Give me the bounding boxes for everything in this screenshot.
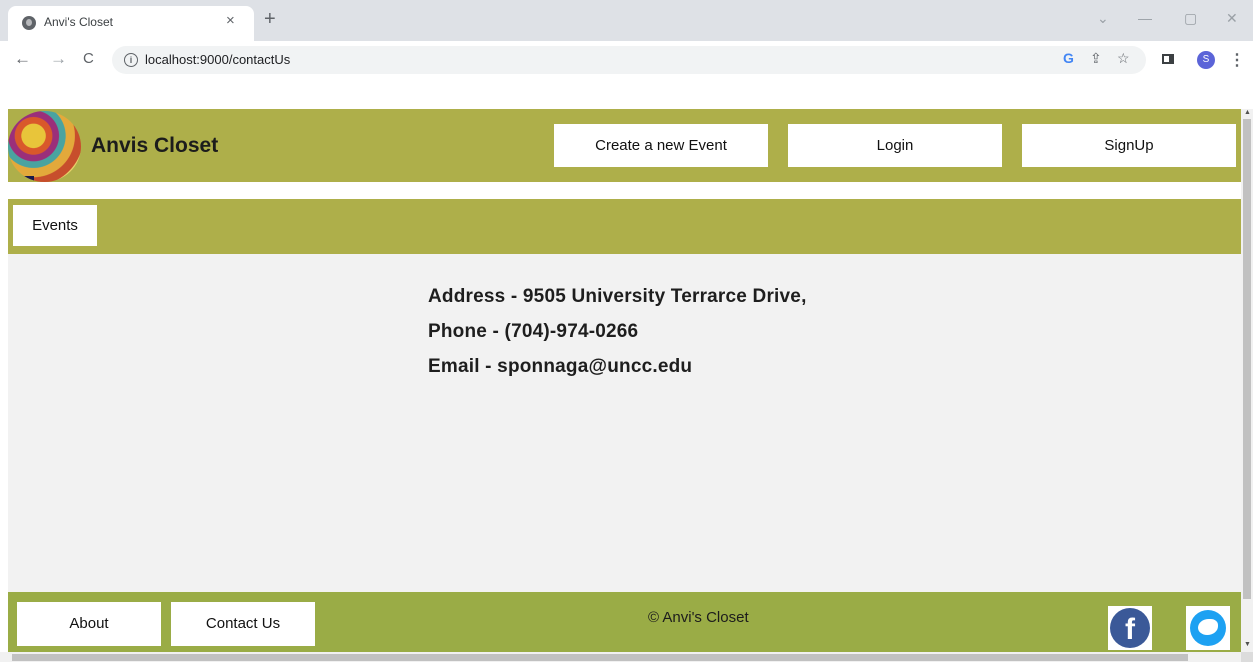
facebook-icon: f <box>1110 608 1150 648</box>
browser-tab[interactable]: Anvi's Closet × <box>8 6 254 41</box>
site-footer: About Contact Us © Anvi's Closet f <box>8 592 1241 652</box>
twitter-icon <box>1190 610 1226 646</box>
copyright-text: © Anvi's Closet <box>648 609 749 626</box>
menu-icon[interactable]: ⋮ <box>1229 50 1245 70</box>
scroll-up-arrow[interactable]: ▲ <box>1244 109 1251 116</box>
twitter-link[interactable] <box>1186 606 1230 650</box>
share-icon[interactable]: ⇪ <box>1090 50 1102 67</box>
star-icon[interactable]: ☆ <box>1117 50 1130 67</box>
site-logo[interactable] <box>8 111 81 182</box>
contact-phone: Phone - (704)-974-0266 <box>428 321 639 342</box>
contact-address: Address - 9505 University Terrarce Drive… <box>428 286 807 307</box>
login-button[interactable]: Login <box>788 124 1002 167</box>
tab-title: Anvi's Closet <box>44 15 113 29</box>
horizontal-scroll-thumb[interactable] <box>12 654 1188 661</box>
contact-info: Address - 9505 University Terrarce Drive… <box>428 286 807 391</box>
maximize-button[interactable]: ▢ <box>1184 10 1197 27</box>
scroll-down-arrow[interactable]: ▼ <box>1244 641 1251 648</box>
tab-search-icon[interactable]: ⌄ <box>1097 10 1109 27</box>
back-button[interactable]: ← <box>14 50 31 68</box>
events-button[interactable]: Events <box>13 205 97 246</box>
create-event-button[interactable]: Create a new Event <box>554 124 768 167</box>
close-window-button[interactable]: ✕ <box>1226 10 1238 27</box>
site-header: Anvis Closet Create a new Event Login Si… <box>8 109 1241 182</box>
url-bar[interactable]: i localhost:9000/contactUs G ⇪ ☆ <box>112 46 1146 74</box>
forward-button[interactable]: → <box>50 50 67 68</box>
vertical-scrollbar[interactable]: ▲ ▼ <box>1241 109 1253 652</box>
brand-name[interactable]: Anvis Closet <box>91 134 218 158</box>
google-icon[interactable]: G <box>1063 50 1074 66</box>
facebook-link[interactable]: f <box>1108 606 1152 650</box>
contact-email: Email - sponnaga@uncc.edu <box>428 356 693 377</box>
sub-navigation: Events <box>8 199 1241 254</box>
address-bar-row: ← → C i localhost:9000/contactUs G ⇪ ☆ S… <box>0 41 1253 79</box>
minimize-button[interactable]: — <box>1138 10 1152 26</box>
scrollbar-corner <box>1241 652 1253 662</box>
reload-button[interactable]: C <box>83 50 94 68</box>
new-tab-button[interactable]: + <box>264 9 276 29</box>
page-viewport: Anvis Closet Create a new Event Login Si… <box>0 79 1241 652</box>
vertical-scroll-thumb[interactable] <box>1243 119 1251 599</box>
url-text[interactable]: localhost:9000/contactUs <box>145 52 290 67</box>
contact-content: Address - 9505 University Terrarce Drive… <box>8 254 1241 592</box>
contact-us-button[interactable]: Contact Us <box>171 602 315 646</box>
horizontal-scrollbar[interactable] <box>0 652 1241 662</box>
side-panel-icon[interactable] <box>1162 54 1174 64</box>
globe-icon <box>22 16 36 30</box>
signup-button[interactable]: SignUp <box>1022 124 1236 167</box>
logo-badge <box>8 176 34 182</box>
profile-avatar[interactable]: S <box>1197 51 1215 69</box>
about-button[interactable]: About <box>17 602 161 646</box>
browser-tabstrip: Anvi's Closet × + ⌄ — ▢ ✕ <box>0 0 1253 41</box>
close-tab-icon[interactable]: × <box>226 12 235 29</box>
twitter-bird-shape <box>1198 619 1218 635</box>
info-icon[interactable]: i <box>124 53 138 67</box>
